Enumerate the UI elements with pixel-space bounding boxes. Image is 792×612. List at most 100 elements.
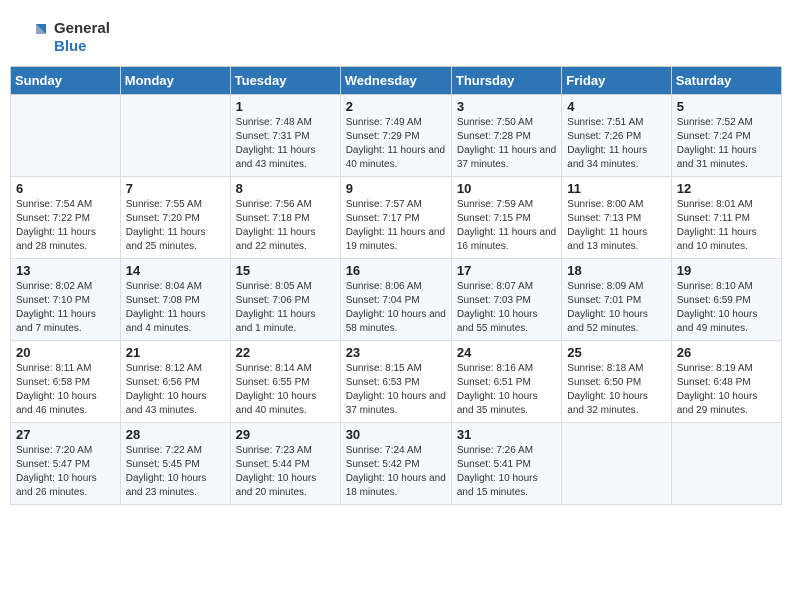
daylight-text: Daylight: 10 hours and 49 minutes.	[677, 308, 776, 336]
sunrise-text: Sunrise: 8:18 AM	[567, 362, 665, 376]
calendar-cell: 26 Sunrise: 8:19 AMSunset: 6:48 PMDayligh…	[671, 341, 781, 423]
calendar-cell	[11, 95, 121, 177]
calendar-week-row: 20Sunrise: 8:11 AMSunset: 6:58 PMDayligh…	[11, 341, 782, 423]
weekday-header: Sunday	[11, 67, 121, 95]
day-info: Sunrise: 8:12 AMSunset: 6:56 PMDaylight:…	[126, 362, 225, 418]
day-info: Sunrise: 8:04 AMSunset: 7:08 PMDaylight:…	[126, 280, 225, 336]
day-number: 14	[126, 263, 225, 278]
sunrise-text: Sunrise: 7:23 AM	[236, 444, 335, 458]
daylight-text: Daylight: 10 hours and 15 minutes.	[457, 472, 556, 500]
calendar-cell: 7 Sunrise: 7:55 AMSunset: 7:20 PMDaylight…	[120, 177, 230, 259]
calendar-table: SundayMondayTuesdayWednesdayThursdayFrid…	[10, 66, 782, 505]
calendar-cell: 27 Sunrise: 7:20 AMSunset: 5:47 PMDayligh…	[11, 423, 121, 505]
sunset-text: Sunset: 7:28 PM	[457, 130, 556, 144]
day-info: Sunrise: 7:55 AMSunset: 7:20 PMDaylight:…	[126, 198, 225, 254]
calendar-header: SundayMondayTuesdayWednesdayThursdayFrid…	[11, 67, 782, 95]
day-number: 17	[457, 263, 556, 278]
calendar-cell: 1Sunrise: 7:48 AMSunset: 7:31 PMDaylight…	[230, 95, 340, 177]
day-info: Sunrise: 8:15 AMSunset: 6:53 PMDaylight:…	[346, 362, 446, 418]
sunset-text: Sunset: 7:24 PM	[677, 130, 776, 144]
calendar-cell: 18Sunrise: 8:09 AMSunset: 7:01 PMDayligh…	[562, 259, 671, 341]
daylight-text: Daylight: 11 hours and 40 minutes.	[346, 144, 446, 172]
sunrise-text: Sunrise: 7:57 AM	[346, 198, 446, 212]
sunrise-text: Sunrise: 7:56 AM	[236, 198, 335, 212]
logo-text-line2: Blue	[54, 38, 110, 56]
day-info: Sunrise: 7:20 AMSunset: 5:47 PMDaylight:…	[16, 444, 115, 500]
sunset-text: Sunset: 5:44 PM	[236, 458, 335, 472]
daylight-text: Daylight: 11 hours and 34 minutes.	[567, 144, 665, 172]
sunrise-text: Sunrise: 8:12 AM	[126, 362, 225, 376]
daylight-text: Daylight: 10 hours and 43 minutes.	[126, 390, 225, 418]
day-info: Sunrise: 7:22 AMSunset: 5:45 PMDaylight:…	[126, 444, 225, 500]
calendar-cell: 25Sunrise: 8:18 AMSunset: 6:50 PMDayligh…	[562, 341, 671, 423]
sunset-text: Sunset: 7:11 PM	[677, 212, 776, 226]
sunset-text: Sunset: 7:20 PM	[126, 212, 225, 226]
sunrise-text: Sunrise: 8:07 AM	[457, 280, 556, 294]
day-number: 31	[457, 427, 556, 442]
day-number: 24	[457, 345, 556, 360]
sunset-text: Sunset: 7:10 PM	[16, 294, 115, 308]
logo-svg	[20, 20, 50, 50]
sunrise-text: Sunrise: 8:00 AM	[567, 198, 665, 212]
calendar-cell: 21 Sunrise: 8:12 AMSunset: 6:56 PMDayligh…	[120, 341, 230, 423]
day-number: 5	[677, 99, 776, 114]
day-info: Sunrise: 8:00 AMSunset: 7:13 PMDaylight:…	[567, 198, 665, 254]
daylight-text: Daylight: 11 hours and 19 minutes.	[346, 226, 446, 254]
daylight-text: Daylight: 11 hours and 37 minutes.	[457, 144, 556, 172]
sunrise-text: Sunrise: 7:26 AM	[457, 444, 556, 458]
sunrise-text: Sunrise: 8:19 AM	[677, 362, 776, 376]
day-info: Sunrise: 8:07 AMSunset: 7:03 PMDaylight:…	[457, 280, 556, 336]
sunset-text: Sunset: 6:53 PM	[346, 376, 446, 390]
calendar-cell: 14 Sunrise: 8:04 AMSunset: 7:08 PMDayligh…	[120, 259, 230, 341]
calendar-cell: 29Sunrise: 7:23 AMSunset: 5:44 PMDayligh…	[230, 423, 340, 505]
day-number: 27	[16, 427, 115, 442]
sunset-text: Sunset: 7:03 PM	[457, 294, 556, 308]
calendar-cell: 22Sunrise: 8:14 AMSunset: 6:55 PMDayligh…	[230, 341, 340, 423]
weekday-row: SundayMondayTuesdayWednesdayThursdayFrid…	[11, 67, 782, 95]
calendar-cell: 8Sunrise: 7:56 AMSunset: 7:18 PMDaylight…	[230, 177, 340, 259]
sunrise-text: Sunrise: 8:16 AM	[457, 362, 556, 376]
daylight-text: Daylight: 10 hours and 40 minutes.	[236, 390, 335, 418]
sunset-text: Sunset: 7:29 PM	[346, 130, 446, 144]
day-number: 7	[126, 181, 225, 196]
daylight-text: Daylight: 10 hours and 20 minutes.	[236, 472, 335, 500]
sunset-text: Sunset: 5:41 PM	[457, 458, 556, 472]
calendar-cell: 13Sunrise: 8:02 AMSunset: 7:10 PMDayligh…	[11, 259, 121, 341]
sunset-text: Sunset: 6:55 PM	[236, 376, 335, 390]
sunset-text: Sunset: 6:48 PM	[677, 376, 776, 390]
day-number: 28	[126, 427, 225, 442]
day-info: Sunrise: 7:51 AMSunset: 7:26 PMDaylight:…	[567, 116, 665, 172]
sunrise-text: Sunrise: 7:48 AM	[236, 116, 335, 130]
weekday-header: Thursday	[451, 67, 561, 95]
day-info: Sunrise: 7:23 AMSunset: 5:44 PMDaylight:…	[236, 444, 335, 500]
day-number: 26	[677, 345, 776, 360]
sunrise-text: Sunrise: 7:54 AM	[16, 198, 115, 212]
day-info: Sunrise: 8:05 AMSunset: 7:06 PMDaylight:…	[236, 280, 335, 336]
sunset-text: Sunset: 7:22 PM	[16, 212, 115, 226]
sunset-text: Sunset: 7:26 PM	[567, 130, 665, 144]
day-number: 9	[346, 181, 446, 196]
sunset-text: Sunset: 5:45 PM	[126, 458, 225, 472]
day-number: 30	[346, 427, 446, 442]
daylight-text: Daylight: 10 hours and 23 minutes.	[126, 472, 225, 500]
day-info: Sunrise: 8:11 AMSunset: 6:58 PMDaylight:…	[16, 362, 115, 418]
sunrise-text: Sunrise: 7:55 AM	[126, 198, 225, 212]
weekday-header: Wednesday	[340, 67, 451, 95]
calendar-week-row: 13Sunrise: 8:02 AMSunset: 7:10 PMDayligh…	[11, 259, 782, 341]
sunrise-text: Sunrise: 8:06 AM	[346, 280, 446, 294]
calendar-cell: 12Sunrise: 8:01 AMSunset: 7:11 PMDayligh…	[671, 177, 781, 259]
daylight-text: Daylight: 11 hours and 31 minutes.	[677, 144, 776, 172]
sunrise-text: Sunrise: 7:20 AM	[16, 444, 115, 458]
calendar-cell	[562, 423, 671, 505]
day-number: 22	[236, 345, 335, 360]
day-info: Sunrise: 8:01 AMSunset: 7:11 PMDaylight:…	[677, 198, 776, 254]
calendar-cell: 19Sunrise: 8:10 AMSunset: 6:59 PMDayligh…	[671, 259, 781, 341]
calendar-cell: 5Sunrise: 7:52 AMSunset: 7:24 PMDaylight…	[671, 95, 781, 177]
daylight-text: Daylight: 11 hours and 10 minutes.	[677, 226, 776, 254]
day-info: Sunrise: 8:19 AMSunset: 6:48 PMDaylight:…	[677, 362, 776, 418]
sunrise-text: Sunrise: 7:50 AM	[457, 116, 556, 130]
day-info: Sunrise: 7:54 AMSunset: 7:22 PMDaylight:…	[16, 198, 115, 254]
calendar-cell: 24Sunrise: 8:16 AMSunset: 6:51 PMDayligh…	[451, 341, 561, 423]
day-number: 21	[126, 345, 225, 360]
day-info: Sunrise: 7:56 AMSunset: 7:18 PMDaylight:…	[236, 198, 335, 254]
